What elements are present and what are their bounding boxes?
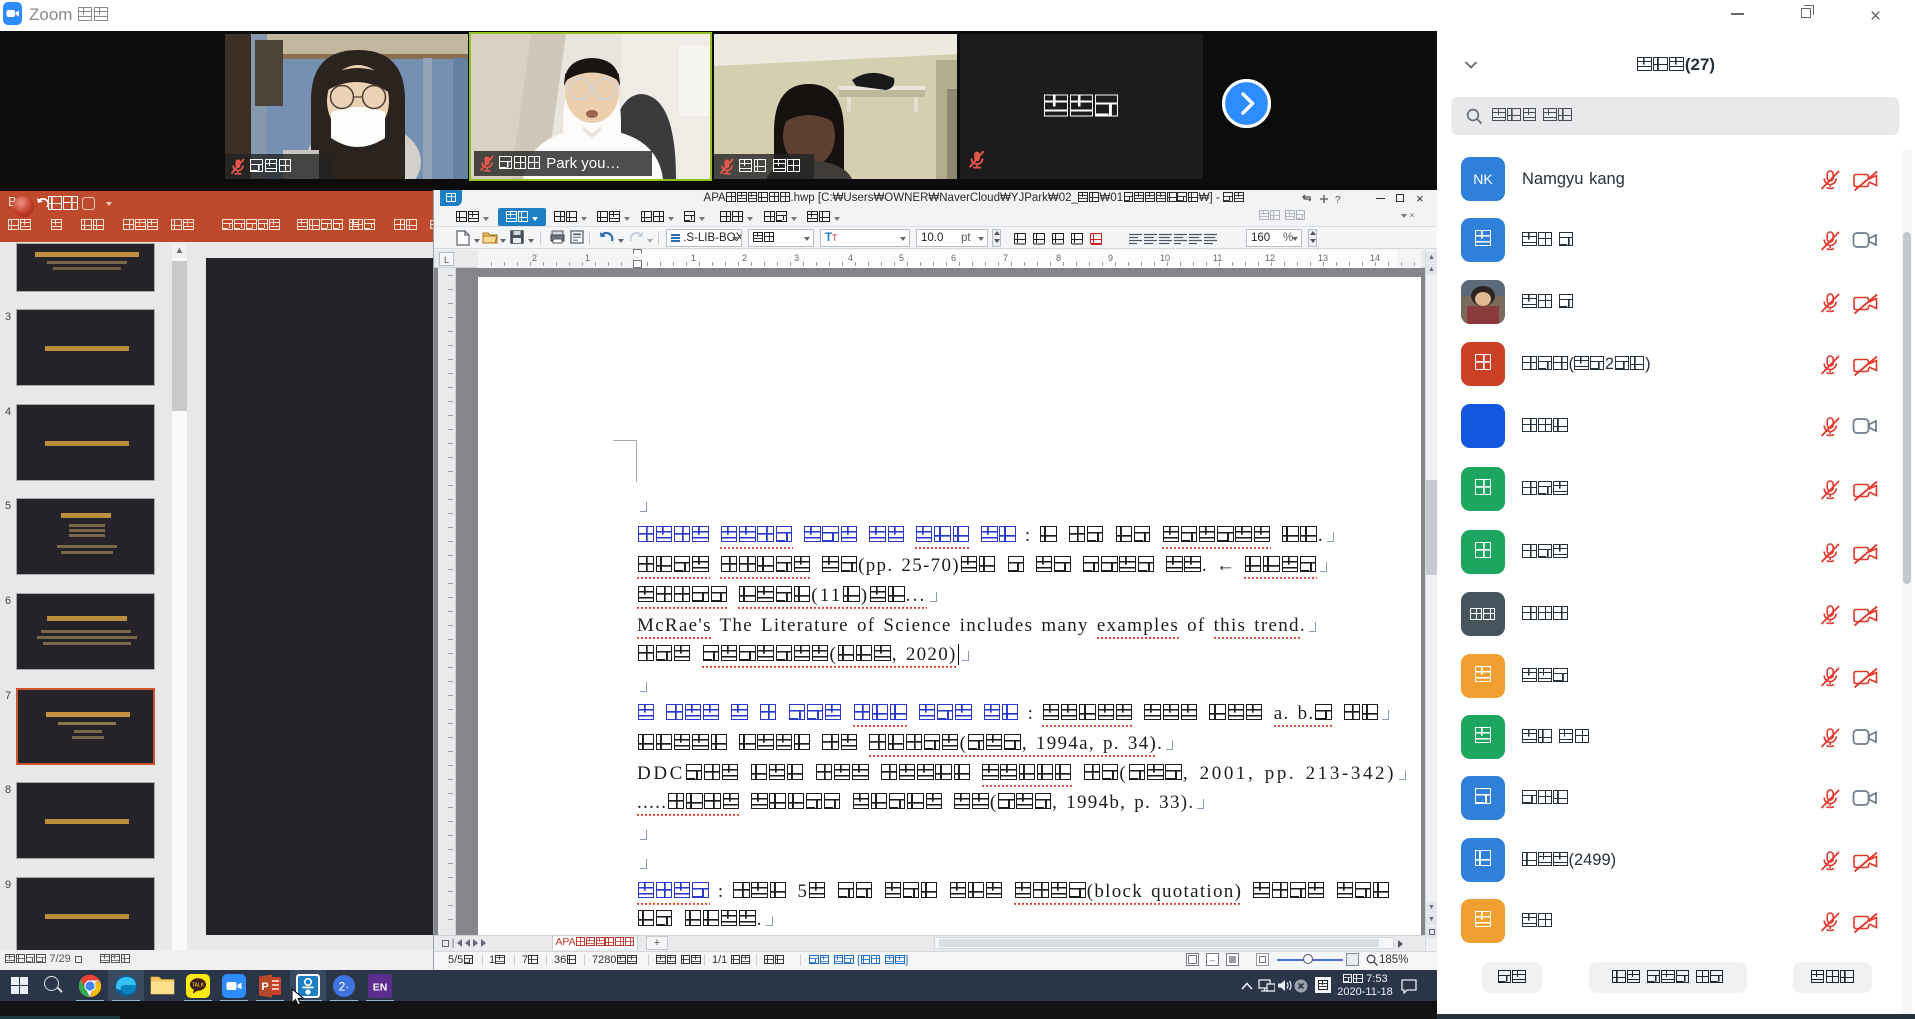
svg-text:EN: EN [373, 982, 388, 994]
svg-text:P: P [261, 981, 268, 993]
svg-text:TALK: TALK [192, 983, 205, 989]
svg-text:2·: 2· [339, 980, 350, 994]
